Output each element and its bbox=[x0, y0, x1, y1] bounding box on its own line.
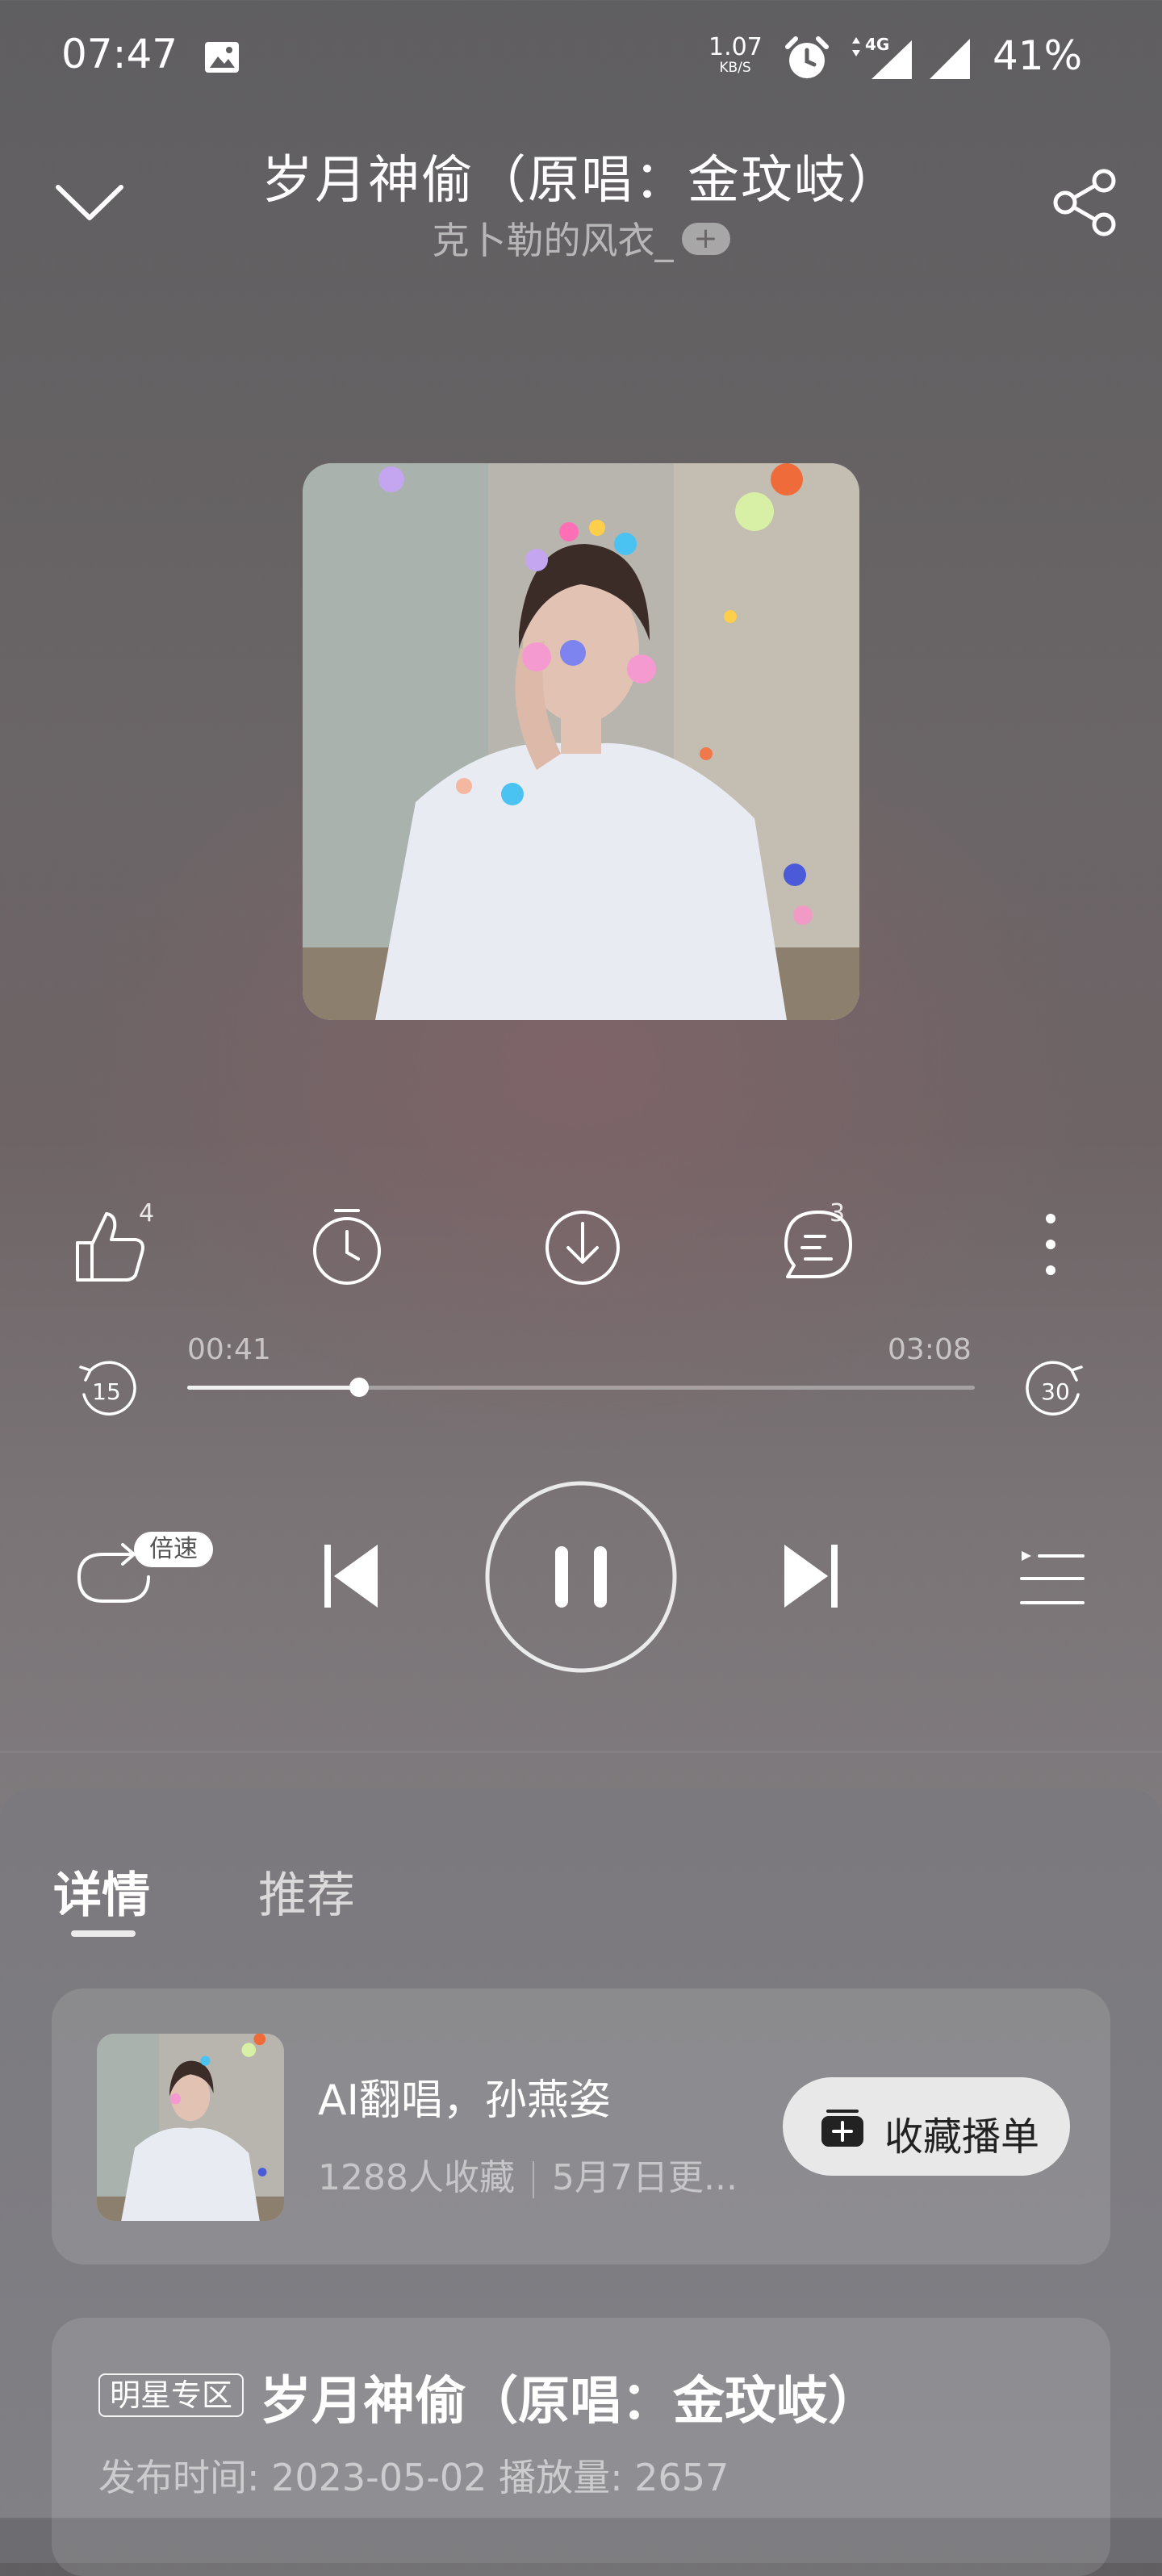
download-button[interactable] bbox=[542, 1206, 623, 1286]
panel-divider bbox=[0, 1751, 1162, 1753]
forward-seconds-label: 30 bbox=[1041, 1378, 1070, 1405]
active-tab-indicator bbox=[71, 1930, 136, 1937]
rewind-icon: 15 bbox=[79, 1361, 136, 1416]
like-count: 4 bbox=[139, 1199, 155, 1227]
alarm-icon bbox=[783, 34, 831, 82]
collect-playlist-button[interactable]: 收藏播单 bbox=[783, 2077, 1070, 2176]
skip-next-icon bbox=[784, 1545, 838, 1608]
star-zone-badge: 明星专区 bbox=[98, 2373, 245, 2417]
fast-forward-icon: 30 bbox=[1026, 1361, 1083, 1416]
comment-button[interactable] bbox=[780, 1206, 857, 1283]
cellular-signal-4g-icon: 4G bbox=[847, 34, 913, 81]
playlist-thumbnail[interactable] bbox=[97, 2034, 284, 2221]
add-to-collection-icon bbox=[821, 2110, 863, 2147]
network-speed: 1.07 KB/S bbox=[708, 33, 763, 76]
timer-icon bbox=[313, 1209, 381, 1285]
total-duration: 03:08 bbox=[888, 1333, 972, 1366]
chevron-down-icon bbox=[56, 185, 123, 220]
playlist-queue-button[interactable] bbox=[1018, 1546, 1086, 1609]
elapsed-time: 00:41 bbox=[187, 1333, 271, 1366]
progress-thumb[interactable] bbox=[349, 1378, 369, 1397]
sleep-timer-button[interactable] bbox=[307, 1206, 387, 1286]
next-track-button[interactable] bbox=[781, 1541, 841, 1611]
detail-meta: 发布时间: 2023-05-02 播放量: 2657 bbox=[98, 2456, 729, 2499]
download-icon bbox=[545, 1211, 620, 1285]
follow-artist-button[interactable]: + bbox=[681, 222, 730, 255]
artist-name[interactable]: 克卜勒的风衣_ bbox=[433, 219, 674, 262]
tab-details[interactable]: 详情 bbox=[53, 1856, 150, 1926]
network-type-label: 4G bbox=[865, 35, 889, 54]
song-title: 岁月神偷（原唱：金玟岐） bbox=[261, 151, 901, 211]
status-time: 07:47 bbox=[61, 31, 178, 77]
progress-fill bbox=[187, 1386, 359, 1390]
update-text: 5月7日更... bbox=[551, 2157, 738, 2198]
playlist-title[interactable]: AI翻唱，孙燕姿 bbox=[318, 2066, 611, 2126]
battery-level: 41% bbox=[993, 32, 1083, 79]
artist-row[interactable]: 克卜勒的风衣_ + bbox=[323, 211, 839, 265]
pause-icon bbox=[485, 1481, 677, 1673]
comment-icon bbox=[784, 1211, 852, 1278]
collect-button-label: 收藏播单 bbox=[884, 2114, 1040, 2160]
share-icon bbox=[1053, 169, 1116, 236]
share-button[interactable] bbox=[1049, 166, 1122, 239]
comment-count: 3 bbox=[830, 1199, 846, 1227]
cellular-signal-icon bbox=[926, 37, 972, 81]
track-detail-card bbox=[52, 2318, 1110, 2576]
forward-30-button[interactable]: 30 bbox=[1023, 1359, 1088, 1417]
playback-speed-button[interactable]: 倍速 bbox=[134, 1532, 213, 1567]
tab-recommend[interactable]: 推荐 bbox=[258, 1856, 355, 1926]
collect-count: 1288人收藏 bbox=[318, 2157, 515, 2198]
play-pause-button[interactable] bbox=[484, 1480, 678, 1674]
rewind-15-button[interactable]: 15 bbox=[74, 1359, 139, 1417]
gallery-notification-icon bbox=[203, 40, 240, 74]
meta-separator bbox=[532, 2161, 534, 2198]
playlist-icon bbox=[1020, 1551, 1085, 1604]
playlist-meta: 1288人收藏 5月7日更... bbox=[318, 2148, 738, 2200]
skip-previous-icon bbox=[324, 1545, 378, 1608]
collapse-button[interactable] bbox=[53, 179, 126, 224]
rewind-seconds-label: 15 bbox=[92, 1378, 121, 1405]
more-options-button[interactable] bbox=[1036, 1209, 1065, 1280]
more-vertical-icon bbox=[1046, 1214, 1055, 1275]
previous-track-button[interactable] bbox=[321, 1541, 381, 1611]
progress-bar[interactable] bbox=[187, 1378, 975, 1397]
detail-track-title: 岁月神偷（原唱：金玟岐） bbox=[260, 2372, 880, 2432]
album-cover bbox=[303, 463, 859, 1020]
